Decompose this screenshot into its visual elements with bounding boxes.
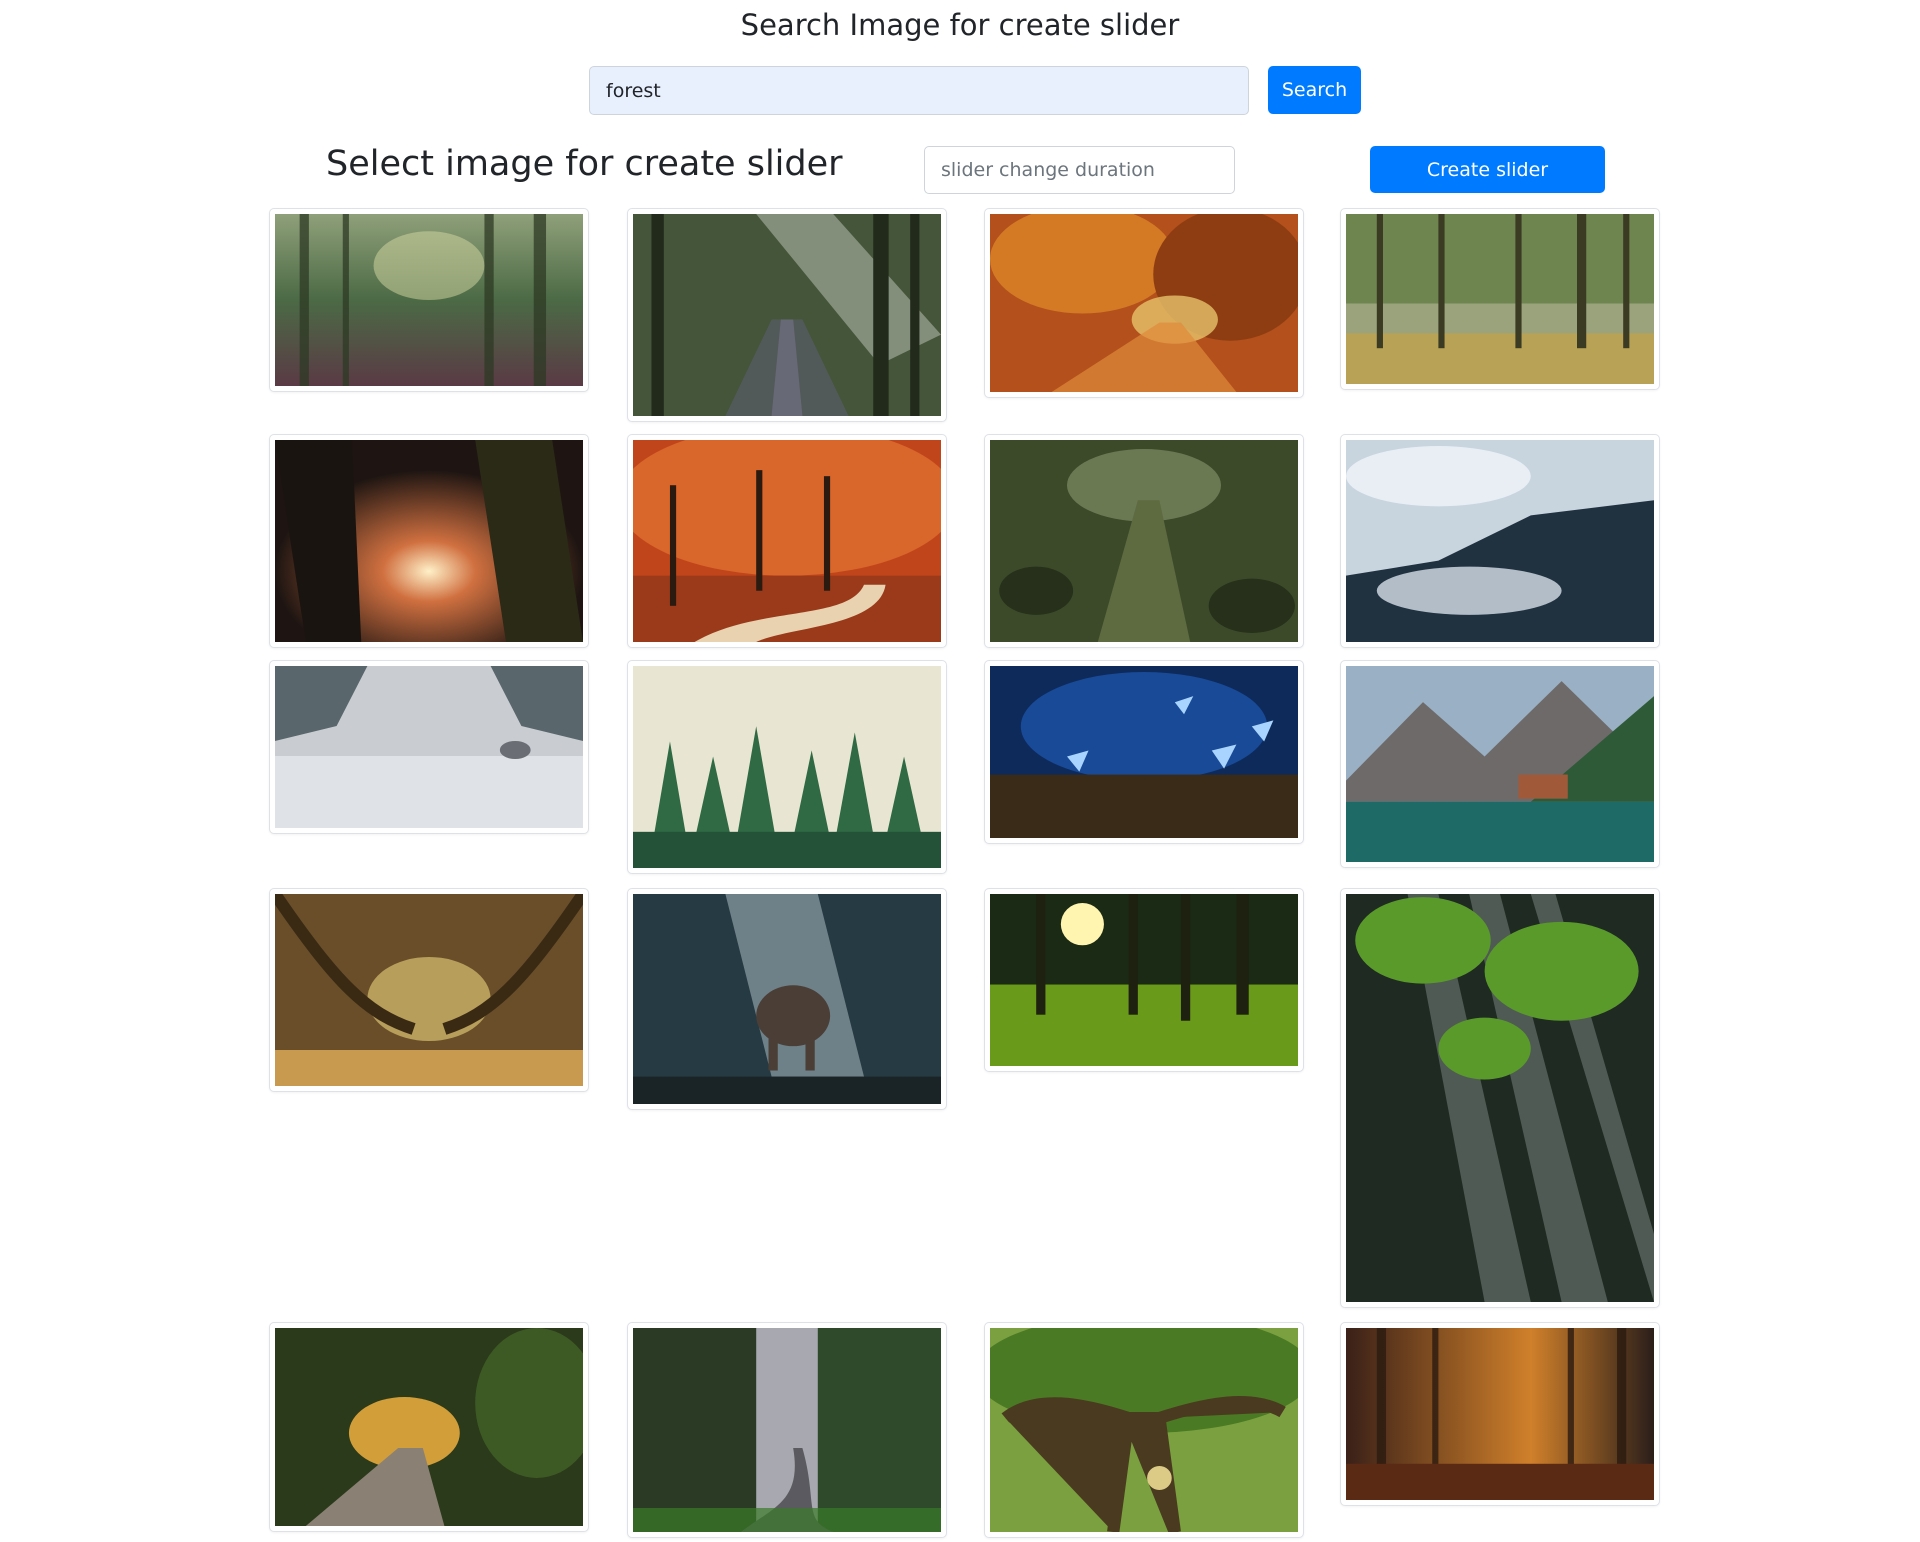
image-dark-forest-glow: [275, 440, 583, 642]
gallery-thumbnail-dark-forest-glow[interactable]: [269, 434, 589, 648]
gallery-thumbnail-foggy-mountain-forest[interactable]: [1340, 434, 1660, 648]
image-sunlit-forest-grass: [990, 894, 1298, 1066]
search-button[interactable]: Search: [1268, 66, 1361, 114]
create-slider-button[interactable]: Create slider: [1370, 146, 1605, 193]
page-title: Search Image for create slider: [740, 8, 1180, 42]
image-giant-old-tree: [990, 1328, 1298, 1532]
image-green-forest-meadow: [1346, 214, 1654, 384]
image-autumn-forest-path: [990, 214, 1298, 392]
select-images-heading: Select image for create slider: [326, 144, 843, 184]
gallery-thumbnail-mossy-forest-trail[interactable]: [984, 434, 1304, 648]
gallery-thumbnail-red-autumn-road[interactable]: [627, 434, 947, 648]
gallery-thumbnail-misty-forest[interactable]: [269, 208, 589, 392]
image-red-autumn-road: [633, 440, 941, 642]
image-orange-misty-forest: [1346, 1328, 1654, 1500]
image-wolf-in-fog: [275, 666, 583, 828]
image-tree-tunnel-road: [275, 894, 583, 1086]
gallery-thumbnail-giant-old-tree[interactable]: [984, 1322, 1304, 1538]
gallery-thumbnail-forest-path-sunbeams[interactable]: [627, 208, 947, 422]
gallery-thumbnail-redwood-road[interactable]: [627, 1322, 947, 1538]
image-elephant-in-forest: [633, 894, 941, 1104]
gallery-thumbnail-orange-misty-forest[interactable]: [1340, 1322, 1660, 1506]
image-sunny-forest-road: [275, 1328, 583, 1526]
gallery-thumbnail-sunny-forest-road[interactable]: [269, 1322, 589, 1532]
image-foggy-mountain-forest: [1346, 440, 1654, 642]
gallery-thumbnail-wolf-in-fog[interactable]: [269, 660, 589, 834]
gallery-thumbnail-mountain-lake-boathouse[interactable]: [1340, 660, 1660, 868]
gallery-thumbnail-elephant-in-forest[interactable]: [627, 888, 947, 1110]
search-input[interactable]: [589, 66, 1249, 115]
gallery-thumbnail-tree-tunnel-road[interactable]: [269, 888, 589, 1092]
image-mountain-lake-boathouse: [1346, 666, 1654, 862]
slider-duration-input[interactable]: [924, 146, 1235, 194]
image-blue-butterflies-mushrooms: [990, 666, 1298, 838]
image-forest-path-sunbeams: [633, 214, 941, 416]
gallery-thumbnail-blue-butterflies-mushrooms[interactable]: [984, 660, 1304, 844]
gallery-thumbnail-green-forest-meadow[interactable]: [1340, 208, 1660, 390]
image-sun-rays-through-leaves: [1346, 894, 1654, 1302]
image-misty-forest: [275, 214, 583, 386]
gallery-thumbnail-autumn-forest-path[interactable]: [984, 208, 1304, 398]
image-mossy-forest-trail: [990, 440, 1298, 642]
gallery-thumbnail-misty-pine-forest[interactable]: [627, 660, 947, 874]
gallery-thumbnail-sunlit-forest-grass[interactable]: [984, 888, 1304, 1072]
image-redwood-road: [633, 1328, 941, 1532]
gallery-thumbnail-sun-rays-through-leaves[interactable]: [1340, 888, 1660, 1308]
image-misty-pine-forest: [633, 666, 941, 868]
